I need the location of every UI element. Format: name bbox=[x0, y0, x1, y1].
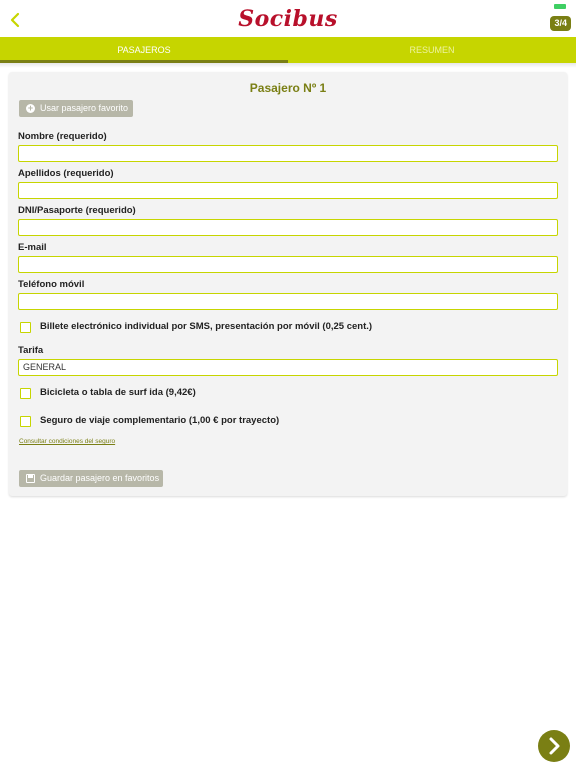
telefono-label: Teléfono móvil bbox=[18, 279, 85, 290]
use-favorite-label: Usar pasajero favorito bbox=[40, 103, 129, 113]
next-step-button[interactable] bbox=[538, 730, 570, 762]
insurance-conditions-link[interactable]: Consultar condiciones del seguro bbox=[19, 438, 115, 445]
seguro-checkbox[interactable] bbox=[20, 416, 31, 427]
tab-resumen[interactable]: RESUMEN bbox=[288, 37, 576, 63]
passenger-title: Pasajero Nº 1 bbox=[249, 81, 327, 95]
seguro-label: Seguro de viaje complementario (1,00 € p… bbox=[40, 415, 280, 426]
battery-icon bbox=[554, 4, 566, 9]
bicicleta-label: Bicicleta o tabla de surf ida (9,42€) bbox=[40, 387, 196, 398]
nombre-input[interactable] bbox=[18, 145, 558, 162]
telefono-input[interactable] bbox=[18, 293, 558, 310]
socibus-logo: Socibus bbox=[238, 6, 338, 32]
plus-circle-icon: + bbox=[26, 103, 35, 113]
save-favorite-passenger-button[interactable]: Guardar pasajero en favoritos bbox=[19, 470, 163, 487]
floppy-disk-icon bbox=[26, 474, 35, 483]
dni-input[interactable] bbox=[18, 219, 558, 236]
step-indicator-badge: 3/4 bbox=[550, 16, 571, 31]
passenger-form-card: Pasajero Nº 1 + Usar pasajero favorito N… bbox=[9, 72, 567, 496]
use-favorite-passenger-button[interactable]: + Usar pasajero favorito bbox=[19, 100, 133, 117]
apellidos-input[interactable] bbox=[18, 182, 558, 199]
apellidos-label: Apellidos (requerido) bbox=[18, 168, 114, 179]
header-shadow bbox=[0, 63, 576, 68]
nombre-label: Nombre (requerido) bbox=[18, 131, 107, 142]
sms-ticket-checkbox[interactable] bbox=[20, 322, 31, 333]
email-input[interactable] bbox=[18, 256, 558, 273]
top-bar: Socibus 3/4 bbox=[0, 0, 576, 37]
email-label: E-mail bbox=[18, 242, 47, 253]
tarifa-label: Tarifa bbox=[18, 345, 44, 356]
chevron-right-icon bbox=[549, 737, 560, 755]
bicicleta-checkbox[interactable] bbox=[20, 388, 31, 399]
tarifa-select[interactable]: GENERAL bbox=[18, 359, 558, 376]
save-favorite-label: Guardar pasajero en favoritos bbox=[40, 473, 160, 483]
dni-label: DNI/Pasaporte (requerido) bbox=[18, 205, 136, 216]
sms-ticket-label: Billete electrónico individual por SMS, … bbox=[40, 321, 373, 332]
